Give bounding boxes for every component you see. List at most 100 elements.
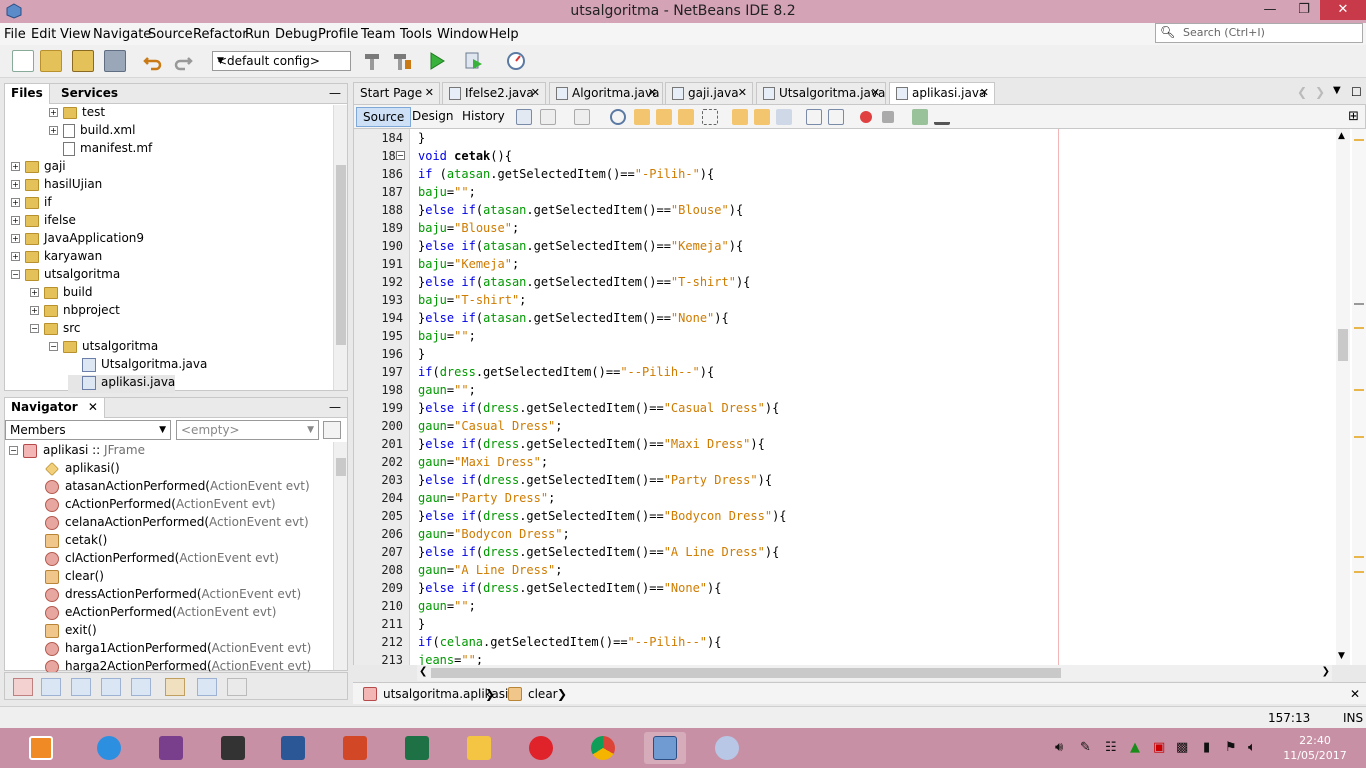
editor-scrollbar-thumb[interactable] — [1338, 329, 1348, 361]
stripe-mark[interactable] — [1354, 303, 1364, 305]
minimize-panel-button[interactable]: — — [329, 86, 341, 100]
scroll-left-icon[interactable]: ❮ — [419, 666, 427, 677]
new-project-icon[interactable] — [40, 50, 62, 72]
tree-item[interactable]: + build.xml — [49, 123, 135, 141]
excel-icon[interactable] — [396, 732, 438, 764]
tab-algoritma[interactable]: Algoritma.java ✕ — [549, 82, 663, 104]
tree-item[interactable]: + nbproject — [30, 303, 120, 321]
tab-aplikasi[interactable]: aplikasi.java ✕ — [889, 82, 995, 104]
config-select[interactable]: <default config> ▼ — [212, 51, 351, 71]
editor-horizontal-scrollbar[interactable]: ❮ ❯ — [417, 665, 1332, 681]
tree-item[interactable]: + karyawan — [11, 249, 102, 267]
sort-by-source-icon[interactable] — [227, 678, 247, 696]
expand-icon[interactable]: + — [11, 162, 20, 171]
expand-icon[interactable]: + — [30, 306, 39, 315]
open-project-icon[interactable] — [72, 50, 94, 72]
uncomment-icon[interactable] — [934, 109, 950, 125]
new-file-icon[interactable] — [12, 50, 34, 72]
files-scrollbar-thumb[interactable] — [336, 165, 346, 345]
find-next-icon[interactable] — [656, 109, 672, 125]
close-icon[interactable]: ✕ — [88, 400, 98, 414]
maximize-button[interactable]: ❐ — [1290, 0, 1318, 20]
stripe-mark[interactable] — [1354, 139, 1364, 141]
scroll-right-icon[interactable]: ❯ — [1322, 666, 1330, 677]
fqn-icon[interactable] — [165, 678, 185, 696]
close-icon[interactable]: ✕ — [980, 86, 989, 99]
navigator-member[interactable]: clActionPerformed(ActionEvent evt) — [45, 551, 279, 569]
collapse-icon[interactable]: − — [49, 342, 58, 351]
close-button[interactable]: ✕ — [1320, 0, 1366, 20]
tree-item[interactable]: − src — [30, 321, 81, 339]
tab-navigator[interactable]: Navigator ✕ — [5, 398, 105, 418]
stripe-mark[interactable] — [1354, 389, 1364, 391]
antivirus-icon[interactable]: ▣ — [1153, 740, 1165, 755]
menu-tools[interactable]: Tools — [400, 27, 432, 42]
navigator-member[interactable]: celanaActionPerformed(ActionEvent evt) — [45, 515, 309, 533]
stripe-mark[interactable] — [1354, 571, 1364, 573]
close-icon[interactable]: ✕ — [531, 86, 540, 99]
tree-item[interactable]: − utsalgoritma — [11, 267, 120, 285]
netbeans-icon[interactable] — [644, 732, 686, 764]
toggle-rect-selection-icon[interactable] — [702, 109, 718, 125]
tree-item[interactable]: + gaji — [11, 159, 66, 177]
menu-edit[interactable]: Edit — [31, 27, 56, 42]
navigator-member[interactable]: eActionPerformed(ActionEvent evt) — [45, 605, 276, 623]
forward-icon[interactable] — [574, 109, 590, 125]
media-player-icon[interactable] — [20, 732, 62, 764]
sort-by-name-icon[interactable] — [197, 678, 217, 696]
toggle-bookmark-icon[interactable] — [776, 109, 792, 125]
flag-icon[interactable]: ⚑ — [1225, 740, 1237, 755]
tree-item[interactable]: + test — [49, 105, 105, 123]
scroll-tabs-right-icon[interactable]: ❯ — [1315, 85, 1325, 99]
navigator-scrollbar-thumb[interactable] — [336, 458, 346, 476]
collapse-icon[interactable]: − — [9, 446, 18, 455]
stripe-mark[interactable] — [1354, 436, 1364, 438]
menu-refactor[interactable]: Refactor — [193, 27, 248, 42]
expand-icon[interactable]: + — [11, 216, 20, 225]
stripe-mark[interactable] — [1354, 556, 1364, 558]
expand-icon[interactable]: + — [49, 108, 58, 117]
save-all-icon[interactable] — [104, 50, 126, 72]
previous-bookmark-icon[interactable] — [732, 109, 748, 125]
stop-macro-icon[interactable] — [882, 111, 894, 123]
maximize-editor-icon[interactable]: ☐ — [1351, 85, 1362, 99]
close-icon[interactable]: ✕ — [871, 86, 880, 99]
navigator-root[interactable]: − aplikasi :: JFrame — [9, 443, 145, 461]
breadcrumb-method[interactable]: clear — [528, 687, 558, 701]
tree-item[interactable]: − utsalgoritma — [49, 339, 158, 357]
split-editor-icon[interactable]: ⊞ — [1348, 109, 1359, 124]
tree-item[interactable]: + ifelse — [11, 213, 76, 231]
winrar-icon[interactable] — [150, 732, 192, 764]
internet-explorer-icon[interactable] — [88, 732, 130, 764]
navigator-member[interactable]: dressActionPerformed(ActionEvent evt) — [45, 587, 301, 605]
powerpoint-icon[interactable] — [334, 732, 376, 764]
menu-file[interactable]: File — [4, 27, 26, 42]
comment-icon[interactable] — [912, 109, 928, 125]
menu-help[interactable]: Help — [489, 27, 519, 42]
find-icon[interactable] — [610, 109, 626, 125]
collapse-icon[interactable]: − — [30, 324, 39, 333]
navigator-member[interactable]: harga1ActionPerformed(ActionEvent evt) — [45, 641, 311, 659]
media-player-classic-icon[interactable] — [212, 732, 254, 764]
show-fields-icon[interactable] — [41, 678, 61, 696]
word-icon[interactable] — [272, 732, 314, 764]
find-previous-icon[interactable] — [634, 109, 650, 125]
members-select[interactable]: Members ▼ — [5, 420, 171, 440]
navigator-member[interactable]: atasanActionPerformed(ActionEvent evt) — [45, 479, 310, 497]
tree-item[interactable]: + JavaApplication9 — [11, 231, 144, 249]
navigator-member[interactable]: cetak() — [45, 533, 107, 551]
navigator-member[interactable]: cActionPerformed(ActionEvent evt) — [45, 497, 276, 515]
expand-icon[interactable]: + — [11, 234, 20, 243]
tab-services[interactable]: Services — [55, 84, 124, 104]
show-opened-documents-icon[interactable]: ▼ — [1333, 85, 1341, 96]
horizontal-scrollbar-thumb[interactable] — [431, 668, 1061, 678]
scroll-tabs-left-icon[interactable]: ❮ — [1297, 85, 1307, 99]
build-hammer-icon[interactable] — [361, 50, 383, 72]
speaker-icon[interactable]: 🔈︎ — [1248, 740, 1256, 755]
pen-icon[interactable]: ✎ — [1080, 740, 1091, 755]
redo-icon[interactable] — [172, 50, 194, 72]
profile-icon[interactable] — [505, 50, 527, 72]
file-explorer-icon[interactable] — [458, 732, 500, 764]
chrome-icon[interactable] — [582, 732, 624, 764]
scroll-down-icon[interactable]: ▼ — [1338, 651, 1345, 661]
